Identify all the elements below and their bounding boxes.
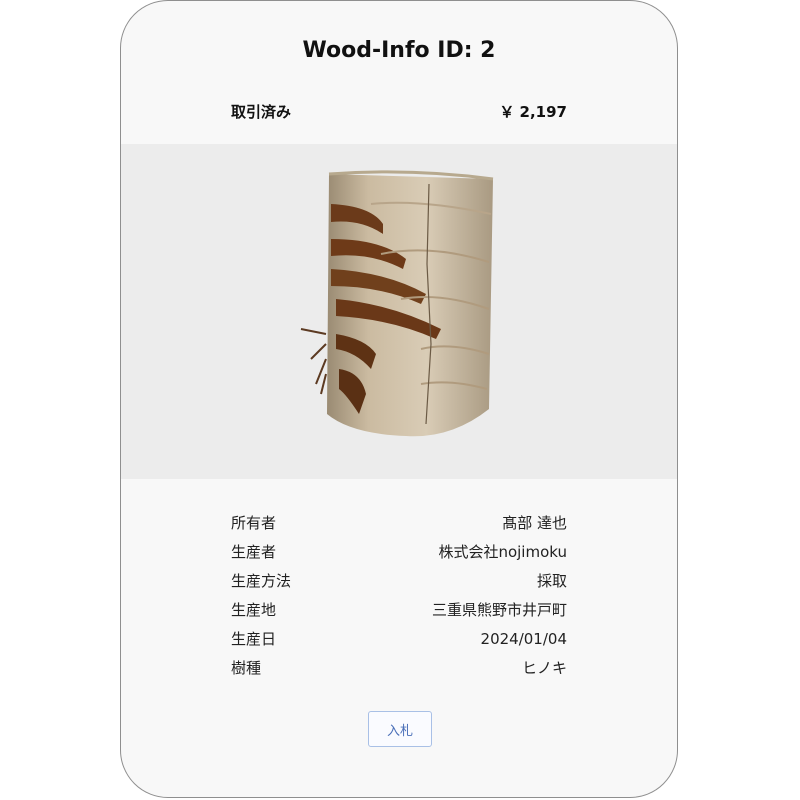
wood-image-area	[121, 144, 677, 479]
detail-label: 生産地	[231, 601, 277, 619]
wood-info-card: Wood-Info ID: 2 取引済み ￥ 2,197 所有者 髙部 達也 生…	[120, 0, 678, 798]
detail-row-producer: 生産者 株式会社nojimoku	[231, 538, 567, 567]
price-label: ￥ 2,197	[499, 103, 567, 121]
detail-label: 樹種	[231, 659, 262, 677]
status-badge: 取引済み	[231, 103, 292, 121]
detail-value: 株式会社nojimoku	[438, 543, 567, 561]
detail-value: 髙部 達也	[502, 514, 567, 532]
detail-row-location: 生産地 三重県熊野市井戸町	[231, 596, 567, 625]
detail-label: 生産日	[231, 630, 277, 648]
detail-label: 生産者	[231, 543, 277, 561]
detail-label: 生産方法	[231, 572, 292, 590]
detail-label: 所有者	[231, 514, 277, 532]
status-price-row: 取引済み ￥ 2,197	[231, 101, 567, 122]
card-title: Wood-Info ID: 2	[302, 38, 496, 63]
detail-value: ヒノキ	[521, 659, 567, 677]
bid-button[interactable]: 入札	[368, 711, 432, 747]
detail-value: 2024/01/04	[480, 630, 567, 648]
detail-row-species: 樹種 ヒノキ	[231, 654, 567, 683]
detail-row-date: 生産日 2024/01/04	[231, 625, 567, 654]
wood-log-icon	[300, 170, 494, 437]
detail-value: 採取	[536, 572, 567, 590]
detail-value: 三重県熊野市井戸町	[431, 601, 567, 619]
detail-row-method: 生産方法 採取	[231, 567, 567, 596]
details-list: 所有者 髙部 達也 生産者 株式会社nojimoku 生産方法 採取 生産地 三…	[231, 509, 567, 683]
detail-row-owner: 所有者 髙部 達也	[231, 509, 567, 538]
